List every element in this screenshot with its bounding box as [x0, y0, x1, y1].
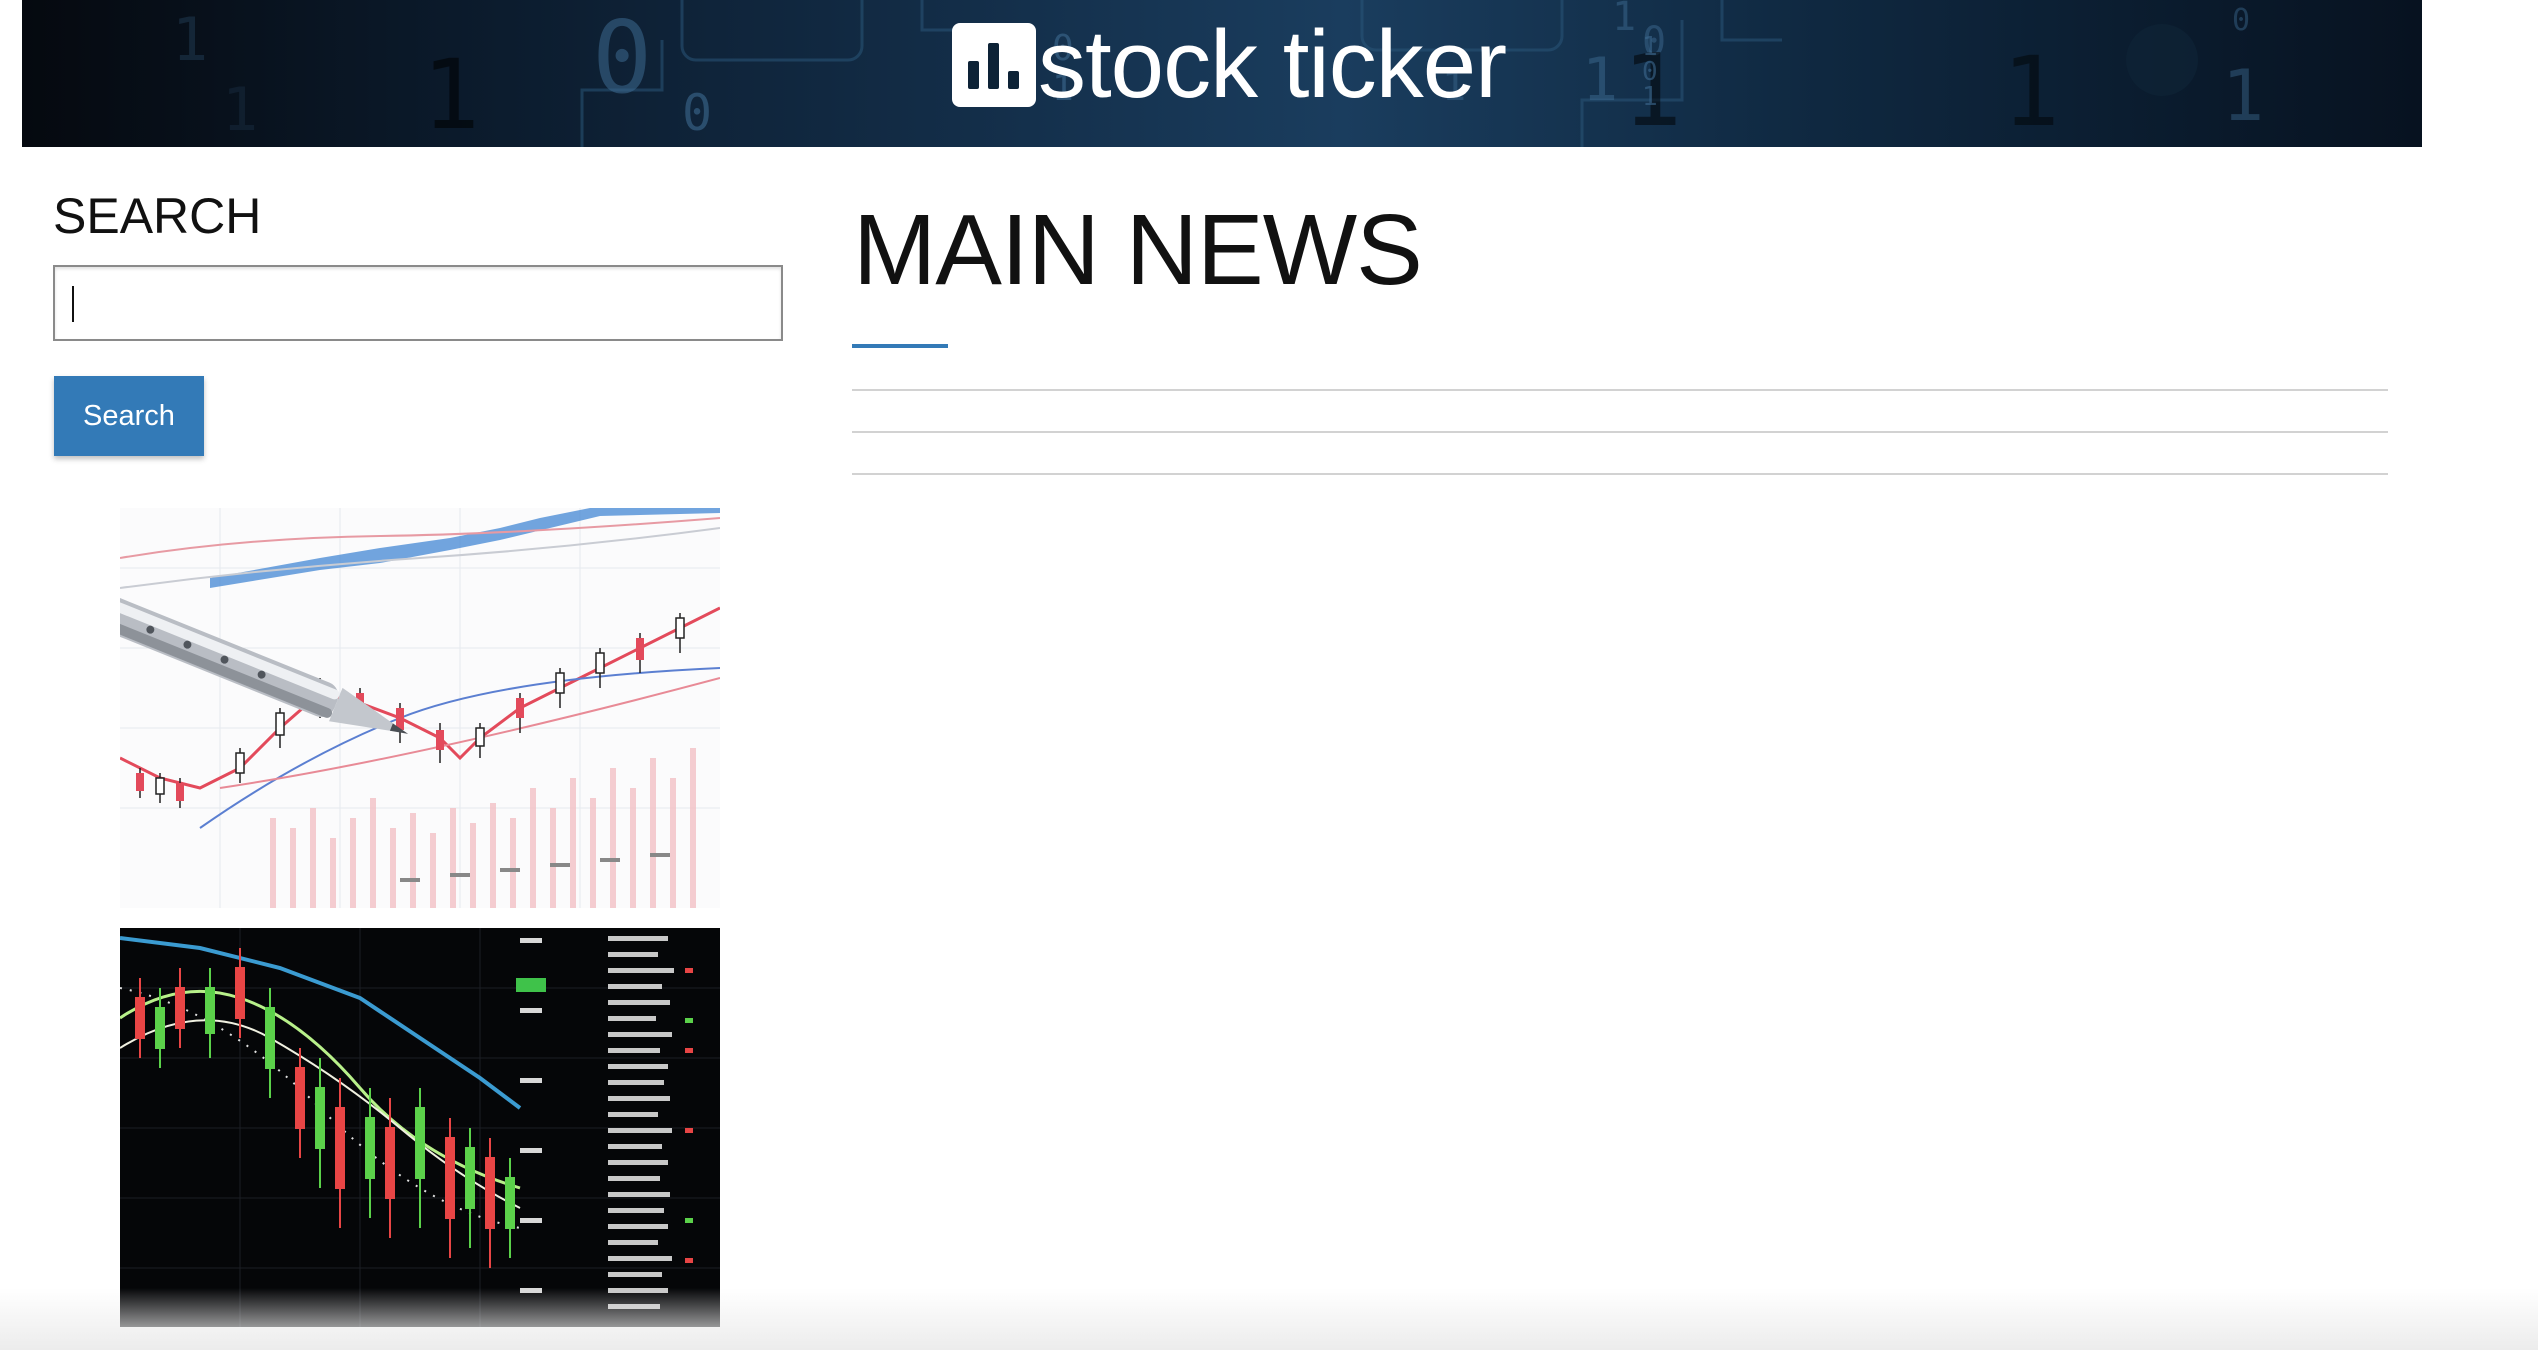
svg-text:1: 1	[1642, 82, 1658, 112]
bar-chart-icon	[952, 23, 1036, 107]
svg-text:1: 1	[2222, 55, 2264, 137]
text-caret	[72, 286, 74, 322]
svg-text:1: 1	[1582, 45, 1618, 115]
svg-text:0: 0	[592, 0, 652, 116]
brand-title: stock ticker	[1038, 11, 1507, 118]
svg-text:1: 1	[172, 5, 208, 75]
news-divider	[852, 473, 2388, 475]
header-banner: 0 0 1 1 0 1 1 0 1 1 1 1 0 1 1 1 0 1 stoc…	[22, 0, 2422, 147]
svg-text:0: 0	[682, 84, 712, 142]
financial-chart-with-pen-image	[120, 508, 720, 908]
search-heading: SEARCH	[53, 188, 262, 244]
page: 0 0 1 1 0 1 1 0 1 1 1 1 0 1 1 1 0 1 stoc…	[0, 0, 2538, 1350]
search-button[interactable]: Search	[54, 376, 204, 456]
candlestick-chart-dark-image	[120, 928, 720, 1327]
news-divider	[852, 389, 2388, 391]
bottom-fade	[0, 1288, 2538, 1350]
brand[interactable]: stock ticker	[952, 11, 1507, 118]
main-news-title: MAIN NEWS	[853, 194, 1423, 306]
title-accent-line	[852, 344, 948, 348]
svg-text:1: 1	[2002, 36, 2060, 147]
svg-text:1: 1	[222, 75, 258, 145]
svg-text:0: 0	[2232, 3, 2250, 38]
svg-text:1: 1	[422, 39, 480, 147]
news-divider	[852, 431, 2388, 433]
search-input[interactable]	[53, 265, 783, 341]
